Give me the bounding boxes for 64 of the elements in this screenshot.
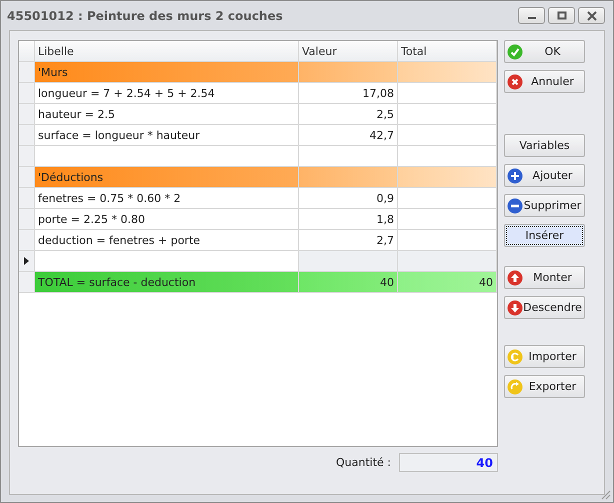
maximize-icon: [556, 10, 568, 20]
table-cell: 17,08: [299, 83, 398, 104]
table-cell: 42,7: [299, 125, 398, 146]
table-row[interactable]: 'Murs: [19, 62, 497, 83]
column-header[interactable]: Total: [398, 41, 497, 62]
quantity-label: Quantité :: [336, 456, 391, 469]
current-row-arrow-icon: [24, 257, 29, 265]
table-cell: 40: [398, 272, 497, 293]
plus-icon: [507, 168, 523, 184]
minus-icon: [507, 198, 523, 214]
row-indicator-cell[interactable]: [19, 104, 35, 125]
table-row[interactable]: fenetres = 0.75 * 0.60 * 2 0,9: [19, 188, 497, 209]
table-row[interactable]: longueur = 7 + 2.54 + 5 + 2.54 17,08: [19, 83, 497, 104]
table-cell: TOTAL = surface - deduction: [35, 272, 299, 293]
action-button[interactable]: Ajouter: [504, 164, 585, 187]
minimize-button[interactable]: [518, 7, 545, 24]
row-indicator-cell[interactable]: [19, 62, 35, 83]
table-cell: 40: [299, 272, 398, 293]
table-cell: longueur = 7 + 2.54 + 5 + 2.54: [35, 83, 299, 104]
quantity-field[interactable]: 40: [399, 453, 498, 472]
action-button[interactable]: Importer: [504, 345, 585, 368]
row-indicator-cell: [19, 41, 35, 62]
action-button[interactable]: Exporter: [504, 375, 585, 398]
table-row[interactable]: 'Déductions: [19, 167, 497, 188]
row-indicator-cell[interactable]: [19, 209, 35, 230]
table-cell: 'Murs: [35, 62, 299, 83]
maximize-button[interactable]: [548, 7, 575, 24]
row-indicator-cell[interactable]: [19, 125, 35, 146]
action-button[interactable]: Variables: [504, 134, 585, 157]
close-button[interactable]: [578, 7, 605, 24]
close-icon: [586, 10, 598, 20]
row-indicator-cell[interactable]: [19, 230, 35, 251]
cancel-icon: [507, 74, 523, 90]
column-header[interactable]: Libelle: [35, 41, 299, 62]
action-button[interactable]: Monter: [504, 266, 585, 289]
table-row[interactable]: TOTAL = surface - deduction 40 40: [19, 272, 497, 293]
action-button[interactable]: OK: [504, 40, 585, 63]
table-row[interactable]: porte = 2.25 * 0.80 1,8: [19, 209, 497, 230]
action-button[interactable]: Supprimer: [504, 194, 585, 217]
action-button[interactable]: Annuler: [504, 70, 585, 93]
row-indicator-cell[interactable]: [19, 188, 35, 209]
table-cell: hauteur = 2.5: [35, 104, 299, 125]
action-button[interactable]: Insérer: [504, 224, 585, 247]
table-cell: porte = 2.25 * 0.80: [35, 209, 299, 230]
row-indicator-cell[interactable]: [19, 251, 35, 272]
column-header[interactable]: Valeur: [299, 41, 398, 62]
check-icon: [507, 44, 523, 60]
table-cell: 0,9: [299, 188, 398, 209]
window-title: 45501012 : Peinture des murs 2 couches: [7, 8, 283, 22]
minimize-icon: [528, 16, 536, 18]
row-indicator-cell[interactable]: [19, 146, 35, 167]
action-button[interactable]: Descendre: [504, 296, 585, 319]
resize-grip-icon[interactable]: [599, 488, 611, 500]
table-cell: deduction = fenetres + porte: [35, 230, 299, 251]
table-cell: fenetres = 0.75 * 0.60 * 2: [35, 188, 299, 209]
table-row[interactable]: surface = longueur * hauteur 42,7: [19, 125, 497, 146]
row-indicator-cell[interactable]: [19, 167, 35, 188]
row-indicator-cell[interactable]: [19, 272, 35, 293]
row-indicator-cell[interactable]: [19, 83, 35, 104]
table-cell: 2,5: [299, 104, 398, 125]
table-cell: 'Déductions: [35, 167, 299, 188]
table-cell: 1,8: [299, 209, 398, 230]
table-cell: surface = longueur * hauteur: [35, 125, 299, 146]
table-row[interactable]: hauteur = 2.5 2,5: [19, 104, 497, 125]
